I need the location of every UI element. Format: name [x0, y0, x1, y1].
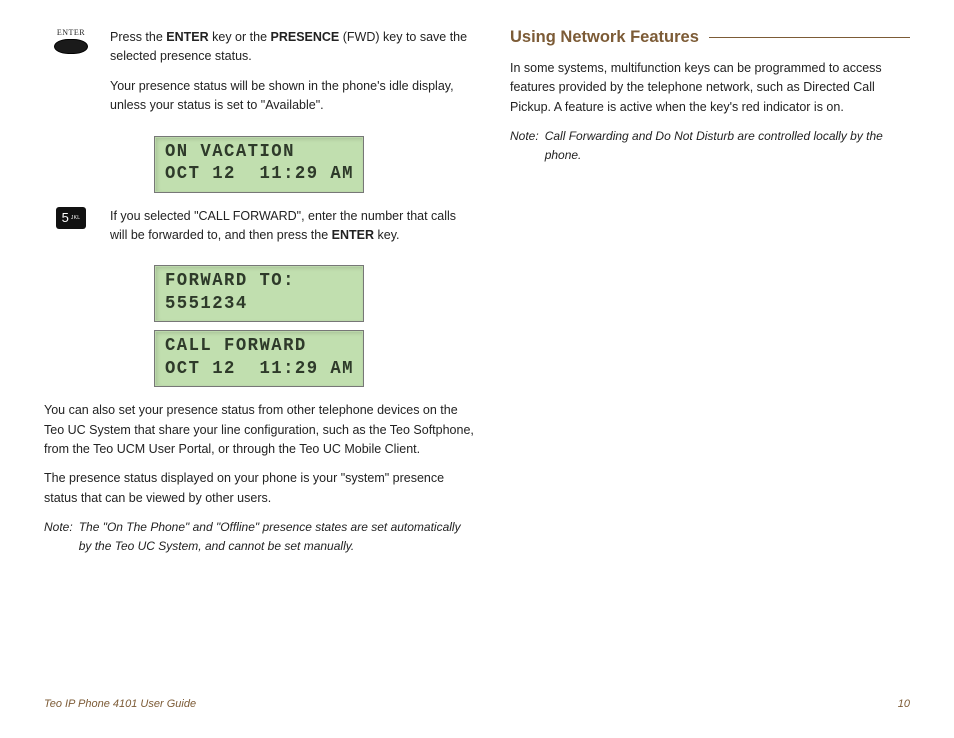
- enter-button-icon: [54, 39, 88, 54]
- footer-page-number: 10: [898, 698, 910, 710]
- bold-enter: ENTER: [332, 228, 374, 242]
- note-body: Call Forwarding and Do Not Disturb are c…: [545, 127, 910, 164]
- text: Press the: [110, 30, 166, 44]
- lcd-line-1: FORWARD TO:: [165, 270, 345, 293]
- lcd-line-2: OCT 12 11:29 AM: [165, 358, 345, 381]
- lcd-forward-to: FORWARD TO: 5551234: [154, 265, 364, 322]
- key5-text-block: If you selected "CALL FORWARD", enter th…: [110, 207, 474, 256]
- lcd-line-1: CALL FORWARD: [165, 335, 345, 358]
- enter-key-label: ENTER: [57, 28, 85, 37]
- note-call-forwarding: Note: Call Forwarding and Do Not Disturb…: [510, 127, 910, 164]
- paragraph-system-status: The presence status displayed on your ph…: [44, 469, 474, 508]
- lcd-call-forward: CALL FORWARD OCT 12 11:29 AM: [154, 330, 364, 387]
- page-footer: Teo IP Phone 4101 User Guide 10: [44, 698, 910, 710]
- enter-key-row: ENTER Press the ENTER key or the PRESENC…: [44, 28, 474, 126]
- key5-graphic: 5 JKL: [44, 207, 98, 229]
- text: key or the: [209, 30, 271, 44]
- note-label: Note:: [510, 127, 539, 164]
- lcd-line-2: 5551234: [165, 293, 345, 316]
- lcd-forward-stack: FORWARD TO: 5551234 CALL FORWARD OCT 12 …: [44, 265, 474, 387]
- text: If you selected "CALL FORWARD", enter th…: [110, 209, 456, 242]
- two-column-layout: ENTER Press the ENTER key or the PRESENC…: [0, 0, 954, 565]
- section-rule-line: [709, 37, 910, 38]
- note-presence-states: Note: The "On The Phone" and "Offline" p…: [44, 518, 474, 555]
- key5-row: 5 JKL If you selected "CALL FORWARD", en…: [44, 207, 474, 256]
- paragraph-call-forward: If you selected "CALL FORWARD", enter th…: [110, 207, 474, 246]
- section-title: Using Network Features: [510, 28, 699, 47]
- right-column: Using Network Features In some systems, …: [510, 28, 910, 565]
- bold-presence: PRESENCE: [271, 30, 340, 44]
- keypad-5-icon: 5 JKL: [56, 207, 86, 229]
- lcd-on-vacation: ON VACATION OCT 12 11:29 AM: [44, 136, 474, 193]
- paragraph-other-devices: You can also set your presence status fr…: [44, 401, 474, 459]
- keypad-letters: JKL: [71, 215, 81, 221]
- keypad-digit: 5: [62, 210, 69, 225]
- note-label: Note:: [44, 518, 73, 555]
- lcd-line-1: ON VACATION: [165, 141, 345, 164]
- note-body: The "On The Phone" and "Offline" presenc…: [79, 518, 474, 555]
- paragraph-network-features: In some systems, multifunction keys can …: [510, 59, 910, 117]
- lcd-line-2: OCT 12 11:29 AM: [165, 163, 345, 186]
- text: key.: [374, 228, 399, 242]
- enter-key-text-block: Press the ENTER key or the PRESENCE (FWD…: [110, 28, 474, 126]
- paragraph-status-shown: Your presence status will be shown in th…: [110, 77, 474, 116]
- page: ENTER Press the ENTER key or the PRESENC…: [0, 0, 954, 738]
- footer-title: Teo IP Phone 4101 User Guide: [44, 698, 196, 710]
- bold-enter: ENTER: [166, 30, 208, 44]
- left-column: ENTER Press the ENTER key or the PRESENC…: [44, 28, 474, 565]
- enter-key-graphic: ENTER: [44, 28, 98, 54]
- lcd-screen: ON VACATION OCT 12 11:29 AM: [154, 136, 364, 193]
- section-header: Using Network Features: [510, 28, 910, 47]
- paragraph-press-enter: Press the ENTER key or the PRESENCE (FWD…: [110, 28, 474, 67]
